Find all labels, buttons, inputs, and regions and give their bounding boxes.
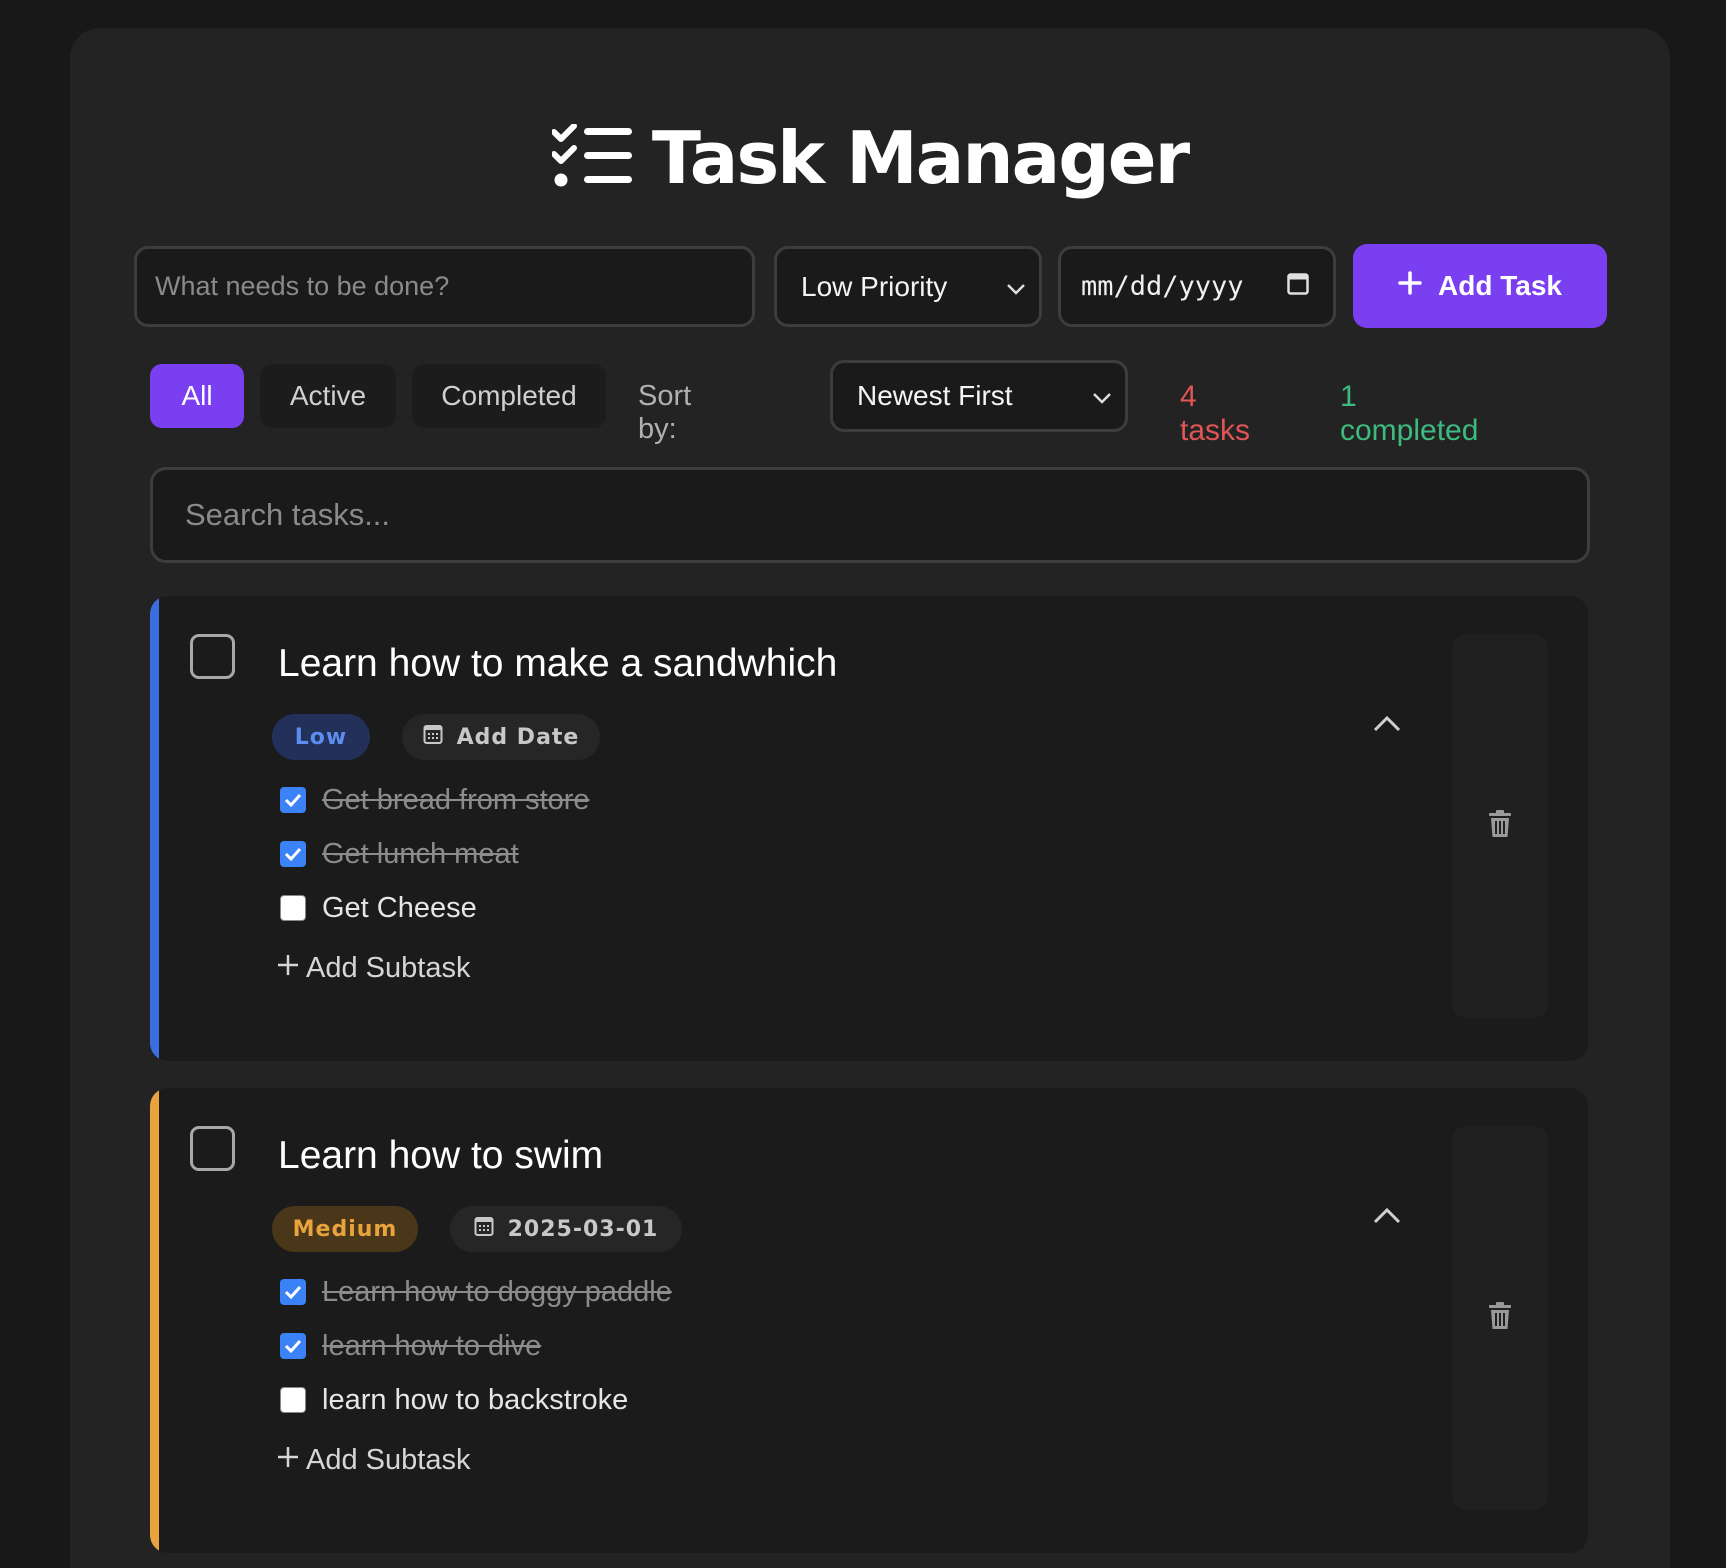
task-title[interactable]: Learn how to make a sandwhich [278, 642, 837, 686]
priority-badge[interactable]: Medium [272, 1206, 418, 1252]
date-chip[interactable]: 2025-03-01 [450, 1206, 682, 1252]
subtask-item[interactable]: Get lunch meat [280, 834, 519, 874]
sort-label: Sort by: [638, 380, 692, 445]
sort-select[interactable]: Newest First [830, 360, 1128, 432]
calendar-icon [474, 1215, 494, 1243]
plus-icon [276, 1444, 300, 1477]
filter-all-button[interactable]: All [150, 364, 244, 428]
due-date-placeholder: mm/dd/yyyy [1081, 271, 1244, 302]
new-task-input[interactable] [134, 246, 755, 327]
task-checkbox[interactable] [190, 634, 235, 679]
priority-bar [150, 1088, 159, 1553]
plus-icon [276, 952, 300, 985]
priority-badge[interactable]: Low [272, 714, 370, 760]
chevron-down-icon [1091, 380, 1113, 412]
subtask-checkbox[interactable] [280, 1279, 306, 1305]
priority-select[interactable]: Low Priority [774, 246, 1042, 327]
add-subtask-button[interactable]: Add Subtask [276, 1444, 470, 1477]
task-count: 4 tasks [1180, 380, 1251, 447]
date-label: 2025-03-01 [507, 1216, 659, 1242]
date-label: Add Date [456, 724, 580, 750]
calendar-icon[interactable] [1287, 271, 1309, 302]
subtask-checkbox[interactable] [280, 1387, 306, 1413]
subtask-text: learn how to backstroke [322, 1383, 629, 1416]
chevron-up-icon[interactable] [1372, 714, 1412, 754]
chevron-up-icon[interactable] [1372, 1206, 1412, 1246]
search-input[interactable] [150, 467, 1590, 563]
subtask-item[interactable]: learn how to backstroke [280, 1380, 628, 1420]
subtask-checkbox[interactable] [280, 787, 306, 813]
calendar-icon [423, 723, 443, 751]
trash-icon[interactable] [1488, 1301, 1512, 1335]
subtask-checkbox[interactable] [280, 1333, 306, 1359]
task-actions-panel [1452, 634, 1548, 1018]
add-subtask-label: Add Subtask [306, 952, 471, 984]
checklist-icon [550, 122, 634, 193]
add-task-button[interactable]: Add Task [1353, 244, 1607, 328]
app-container: Task Manager Low Priority mm/dd/yyyy Add… [70, 28, 1670, 1568]
completed-count: 1 completed [1340, 380, 1479, 447]
date-chip[interactable]: Add Date [402, 714, 600, 760]
page-title: Task Manager [651, 116, 1190, 200]
subtask-checkbox[interactable] [280, 841, 306, 867]
subtask-item[interactable]: Get bread from store [280, 780, 590, 820]
task-card: Learn how to make a sandwhich Low Add Da… [150, 596, 1588, 1061]
due-date-input[interactable]: mm/dd/yyyy [1058, 246, 1336, 327]
priority-select-value: Low Priority [801, 270, 948, 302]
sort-select-value: Newest First [857, 380, 1013, 411]
add-subtask-button[interactable]: Add Subtask [276, 952, 470, 985]
page-header: Task Manager [70, 116, 1670, 200]
task-card: Learn how to swim Medium 2025-03-01 Lear… [150, 1088, 1588, 1553]
priority-bar [150, 596, 159, 1061]
subtask-checkbox[interactable] [280, 895, 306, 921]
task-title[interactable]: Learn how to swim [278, 1134, 603, 1178]
trash-icon[interactable] [1488, 809, 1512, 843]
subtask-text: Learn how to doggy paddle [322, 1275, 672, 1308]
subtask-text: Get bread from store [322, 783, 590, 816]
task-actions-panel [1452, 1126, 1548, 1510]
subtask-text: Get lunch meat [322, 837, 519, 870]
subtask-item[interactable]: learn how to dive [280, 1326, 541, 1366]
chevron-down-icon [1005, 271, 1027, 303]
add-task-label: Add Task [1438, 270, 1562, 301]
subtask-item[interactable]: Get Cheese [280, 888, 477, 928]
subtask-text: Get Cheese [322, 891, 477, 924]
add-subtask-label: Add Subtask [306, 1444, 471, 1476]
filter-active-button[interactable]: Active [260, 364, 396, 428]
subtask-item[interactable]: Learn how to doggy paddle [280, 1272, 672, 1312]
subtask-text: learn how to dive [322, 1329, 542, 1362]
filter-completed-button[interactable]: Completed [412, 364, 606, 428]
task-checkbox[interactable] [190, 1126, 235, 1171]
plus-icon [1398, 270, 1422, 302]
